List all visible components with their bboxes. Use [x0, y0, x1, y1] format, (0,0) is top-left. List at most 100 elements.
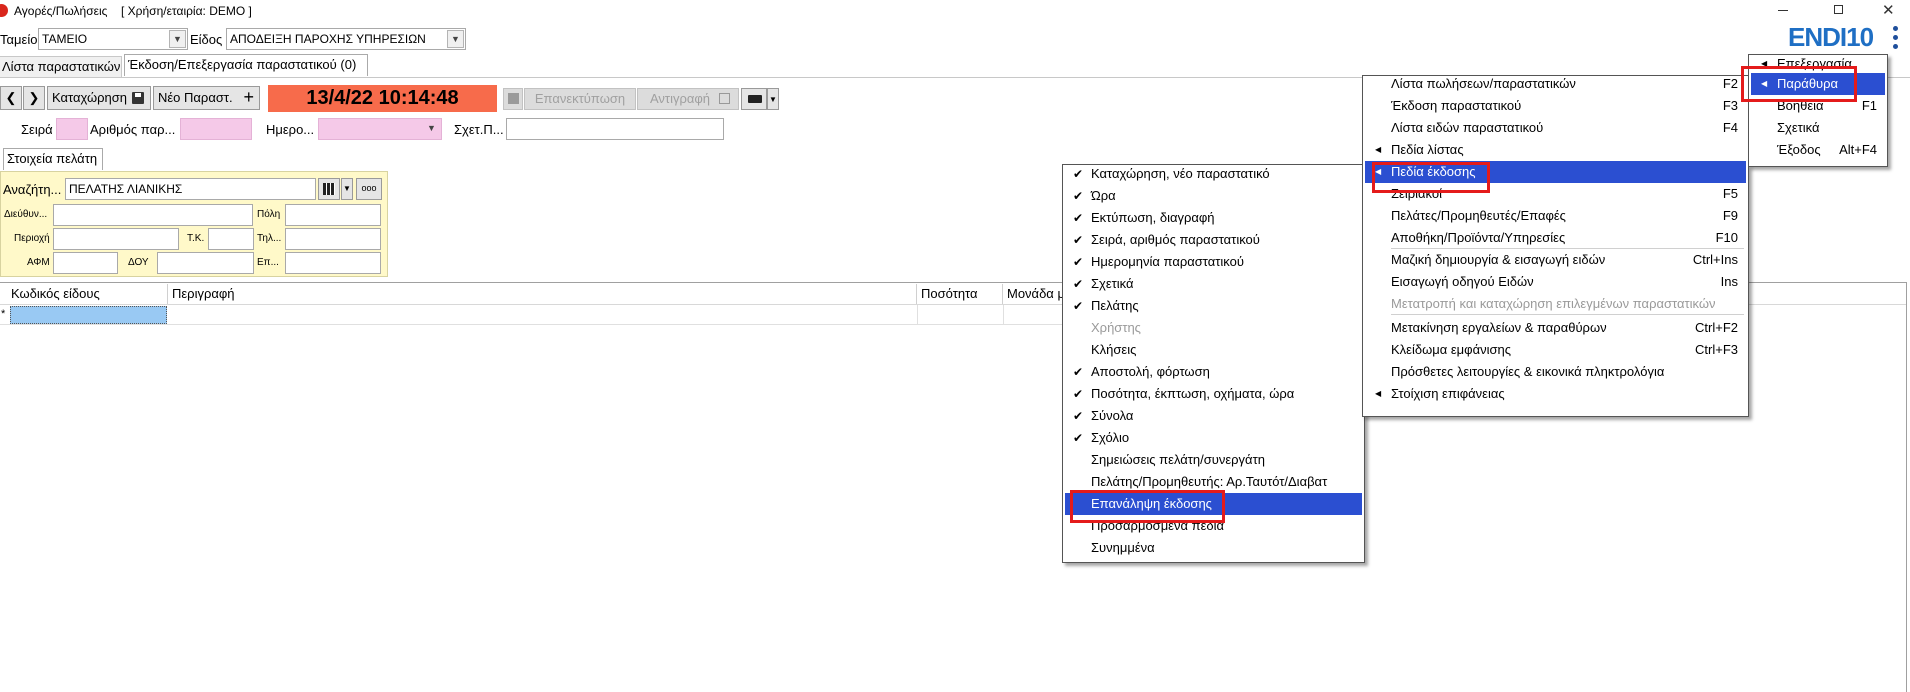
- doy-label: ΔΟΥ: [128, 257, 149, 268]
- plus-icon: +: [243, 87, 254, 107]
- job-label: Επ...: [257, 257, 279, 268]
- new-document-button[interactable]: Νέο Παραστ. +: [153, 86, 260, 110]
- fields-menu-item-12[interactable]: ✔ Σχόλιο: [1065, 427, 1362, 449]
- windows-menu-item-1[interactable]: Έκδοση παραστατικού F3: [1365, 95, 1746, 117]
- fields-menu-item-3[interactable]: ✔ Σειρά, αριθμός παραστατικού: [1065, 229, 1362, 251]
- doy-field[interactable]: [157, 252, 254, 274]
- menu-item-shortcut: Ctrl+Ins: [1692, 252, 1738, 267]
- fields-menu-item-2[interactable]: ✔ Εκτύπωση, διαγραφή: [1065, 207, 1362, 229]
- new-row-marker: *: [1, 308, 6, 320]
- number-label: Αριθμός παρ...: [90, 122, 176, 137]
- windows-menu-item-14[interactable]: ◀ Στοίχιση επιφάνειας: [1365, 383, 1746, 405]
- checkmark-icon: ✔: [1073, 189, 1084, 203]
- related-label: Σχετ.Π...: [454, 122, 504, 137]
- menu-item-label: Πελάτης: [1091, 298, 1139, 313]
- city-field[interactable]: [285, 204, 381, 226]
- datetime-display: 13/4/22 10:14:48: [268, 85, 497, 112]
- annotation-repeat-issue: [1070, 490, 1225, 523]
- print-options-button[interactable]: ▼: [767, 88, 779, 110]
- menu-item-label: Μαζική δημιουργία & εισαγωγή ειδών: [1391, 252, 1606, 267]
- menu-item-shortcut: Ctrl+F2: [1695, 320, 1738, 335]
- eidos-select[interactable]: ΑΠΟΔΕΙΞΗ ΠΑΡΟΧΗΣ ΥΠΗΡΕΣΙΩΝ ▼: [226, 28, 466, 50]
- brand-logo: ENDI10: [1788, 22, 1874, 52]
- windows-menu-item-9[interactable]: Εισαγωγή οδηγού Ειδών Ins: [1365, 271, 1746, 293]
- customer-more-button[interactable]: ooo: [356, 178, 382, 200]
- area-field[interactable]: [53, 228, 179, 250]
- zip-field[interactable]: [208, 228, 254, 250]
- windows-menu-item-11[interactable]: Μετακίνηση εργαλείων & παραθύρων Ctrl+F2: [1365, 317, 1746, 339]
- date-field[interactable]: ▼: [318, 118, 442, 140]
- menu-item-label: Ώρα: [1091, 188, 1116, 203]
- main-menu-item-4[interactable]: Έξοδος Alt+F4: [1751, 139, 1885, 161]
- more-menu-icon[interactable]: [1892, 26, 1898, 50]
- menu-item-shortcut: F2: [1722, 76, 1738, 91]
- fields-menu-item-9[interactable]: ✔ Αποστολή, φόρτωση: [1065, 361, 1362, 383]
- windows-menu-item-2[interactable]: Λίστα ειδών παραστατικού F4: [1365, 117, 1746, 139]
- grid-header-description[interactable]: Περιγραφή: [168, 284, 917, 304]
- fields-menu-item-0[interactable]: ✔ Καταχώρηση, νέο παραστατικό: [1065, 163, 1362, 185]
- menu-item-label: Έκδοση παραστατικού: [1391, 98, 1522, 113]
- menu-item-label: Κλείδωμα εμφάνισης: [1391, 342, 1511, 357]
- zip-label: Τ.Κ.: [187, 233, 205, 244]
- series-field[interactable]: [56, 118, 88, 140]
- menu-item-shortcut: F9: [1722, 208, 1738, 223]
- menu-item-label: Κλήσεις: [1091, 342, 1137, 357]
- windows-menu-item-12[interactable]: Κλείδωμα εμφάνισης Ctrl+F3: [1365, 339, 1746, 361]
- number-field[interactable]: [180, 118, 252, 140]
- tameio-select[interactable]: ΤΑΜΕΙΟ ▼: [38, 28, 188, 50]
- fields-menu-item-17[interactable]: Συνημμένα: [1065, 537, 1362, 559]
- tab-document-list[interactable]: Λίστα παραστατικών: [0, 56, 122, 78]
- menu-item-label: Μετακίνηση εργαλείων & παραθύρων: [1391, 320, 1607, 335]
- reprint-button[interactable]: Επανεκτύπωση: [524, 88, 636, 110]
- menu-item-label: Σειρά, αριθμός παραστατικού: [1091, 232, 1260, 247]
- fields-menu-item-10[interactable]: ✔ Ποσότητα, έκπτωση, οχήματα, ώρα: [1065, 383, 1362, 405]
- fields-menu-item-8[interactable]: Κλήσεις: [1065, 339, 1362, 361]
- restore-icon[interactable]: [1834, 5, 1843, 14]
- menu-item-label: Εισαγωγή οδηγού Ειδών: [1391, 274, 1534, 289]
- fields-menu-item-1[interactable]: ✔ Ώρα: [1065, 185, 1362, 207]
- tab-document-edit[interactable]: Έκδοση/Επεξεργασία παραστατικού (0): [124, 54, 368, 76]
- close-icon[interactable]: ✕: [1882, 1, 1895, 19]
- menu-item-shortcut: F5: [1722, 186, 1738, 201]
- phone-label: Τηλ...: [257, 233, 282, 244]
- grid-header-code[interactable]: Κωδικός είδους: [7, 284, 168, 304]
- address-field[interactable]: [53, 204, 253, 226]
- phone-field[interactable]: [285, 228, 381, 250]
- related-field[interactable]: [506, 118, 724, 140]
- fields-menu-item-5[interactable]: ✔ Σχετικά: [1065, 273, 1362, 295]
- grid-new-row-cell[interactable]: [10, 306, 167, 324]
- lock-toggle[interactable]: [503, 88, 523, 110]
- customer-search-field[interactable]: ΠΕΛΑΤΗΣ ΛΙΑΝΙΚΗΣ: [65, 178, 316, 200]
- afm-field[interactable]: [53, 252, 118, 274]
- fields-menu-item-13[interactable]: Σημειώσεις πελάτη/συνεργάτη: [1065, 449, 1362, 471]
- fields-menu-item-6[interactable]: ✔ Πελάτης: [1065, 295, 1362, 317]
- copy-button[interactable]: Αντιγραφή: [637, 88, 739, 110]
- fields-menu-item-11[interactable]: ✔ Σύνολα: [1065, 405, 1362, 427]
- windows-menu-item-7[interactable]: Αποθήκη/Προϊόντα/Υπηρεσίες F10: [1365, 227, 1746, 249]
- grid-header-quantity[interactable]: Ποσότητα: [917, 284, 1003, 304]
- menu-item-label: Πεδία λίστας: [1391, 142, 1464, 157]
- submenu-arrow-icon: ◀: [1375, 389, 1382, 398]
- menu-item-label: Αποστολή, φόρτωση: [1091, 364, 1210, 379]
- print-button[interactable]: [741, 88, 767, 110]
- main-menu-item-3[interactable]: Σχετικά: [1751, 117, 1885, 139]
- fields-menu-item-7[interactable]: Χρήστης: [1065, 317, 1362, 339]
- save-button[interactable]: Καταχώρηση: [47, 86, 151, 110]
- fields-menu-item-4[interactable]: ✔ Ημερομηνία παραστατικού: [1065, 251, 1362, 273]
- windows-menu-item-10[interactable]: Μετατροπή και καταχώρηση επιλεγμένων παρ…: [1365, 293, 1746, 315]
- customer-picker-button[interactable]: [318, 178, 340, 200]
- menu-item-label: Έξοδος: [1777, 142, 1821, 157]
- back-button[interactable]: ❮: [0, 86, 22, 110]
- customer-picker-dropdown[interactable]: ▼: [341, 178, 353, 200]
- windows-menu-item-8[interactable]: Μαζική δημιουργία & εισαγωγή ειδών Ctrl+I…: [1365, 249, 1746, 271]
- grid-icon: [323, 183, 335, 195]
- minimize-icon[interactable]: [1778, 10, 1788, 11]
- job-field[interactable]: [285, 252, 381, 274]
- windows-menu-item-3[interactable]: ◀ Πεδία λίστας: [1365, 139, 1746, 161]
- forward-button[interactable]: ❯: [23, 86, 45, 110]
- windows-menu-item-13[interactable]: Πρόσθετες λειτουργίες & εικονικά πληκτρο…: [1365, 361, 1746, 383]
- windows-menu-item-0[interactable]: Λίστα πωλήσεων/παραστατικών F2: [1365, 73, 1746, 95]
- menu-item-label: Ημερομηνία παραστατικού: [1091, 254, 1244, 269]
- tab-customer[interactable]: Στοιχεία πελάτη: [3, 148, 103, 170]
- windows-menu-item-6[interactable]: Πελάτες/Προμηθευτές/Επαφές F9: [1365, 205, 1746, 227]
